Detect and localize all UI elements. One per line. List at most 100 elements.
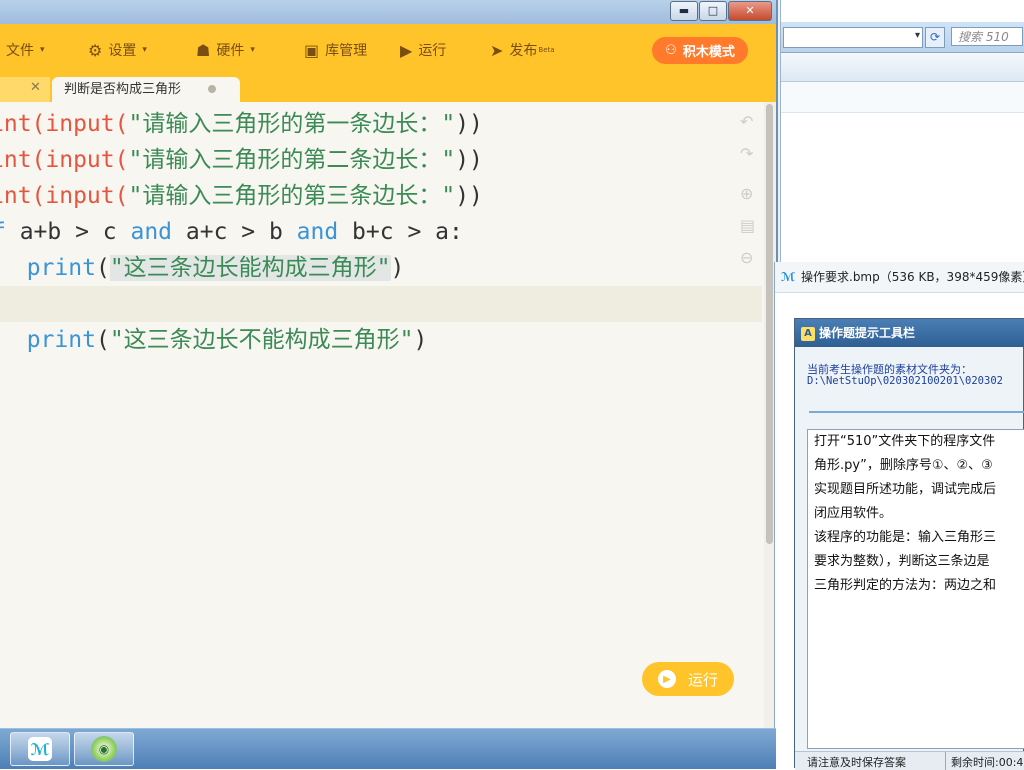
code-token: "这三条边长不能构成三角形" bbox=[109, 327, 414, 353]
app-logo-icon: ℳ bbox=[28, 737, 52, 761]
code-token: int( bbox=[0, 147, 46, 173]
block-mode-label: 积木模式 bbox=[682, 45, 735, 60]
code-token: a+c > b bbox=[172, 219, 297, 245]
redo-icon[interactable]: ↷ bbox=[740, 144, 753, 163]
play-icon: ▶ bbox=[658, 670, 676, 688]
maximize-button[interactable]: □ bbox=[699, 1, 727, 21]
hardware-icon: ☗ bbox=[196, 40, 211, 60]
instruction-line: 该程序的功能是：输入三角形三 bbox=[814, 530, 997, 545]
code-token: "请输入三角形的第一条边长：" bbox=[128, 111, 456, 137]
chevron-down-icon: ▾ bbox=[250, 45, 255, 55]
code-token: input( bbox=[45, 147, 129, 173]
tab-active[interactable]: 判断是否构成三角形 bbox=[52, 77, 240, 102]
code-token: )) bbox=[455, 147, 483, 173]
undo-icon[interactable]: ↶ bbox=[740, 112, 753, 131]
menu-library-label: 库管理 bbox=[325, 43, 368, 59]
zoom-in-icon[interactable]: ⊕ bbox=[740, 184, 753, 203]
menu-file[interactable]: 文件 ▾ bbox=[6, 40, 45, 60]
app-logo-icon: ℳ bbox=[781, 270, 796, 284]
menu-bar: 文件 ▾ ⚙ 设置 ▾ ☗ 硬件 ▾ ▣ 库管理 ▶ 运行 ➤ 发布 Beta … bbox=[0, 24, 776, 74]
reset-zoom-icon[interactable]: ▤ bbox=[740, 216, 755, 235]
library-icon: ▣ bbox=[304, 40, 320, 60]
taskbar-app-viewer[interactable]: ◉ bbox=[74, 732, 134, 766]
close-button[interactable]: ✕ bbox=[728, 1, 772, 21]
hint-toolbar-title-text: 操作题提示工具栏 bbox=[819, 326, 916, 340]
code-token: "请输入三角形的第二条边长：" bbox=[128, 147, 456, 173]
explorer-window: ▾ ⟳ 搜索 510 bbox=[780, 0, 1024, 262]
code-token: ( bbox=[95, 255, 110, 281]
menu-hardware[interactable]: ☗ 硬件 ▾ bbox=[196, 40, 255, 60]
current-line-highlight bbox=[0, 286, 762, 322]
refresh-icon[interactable]: ⟳ bbox=[925, 27, 945, 48]
hint-toolbar-window: A 操作题提示工具栏 当前考生操作题的素材文件夹为： D:\NetStuOp\02… bbox=[794, 318, 1024, 770]
code-token: input( bbox=[45, 183, 129, 209]
status-bar: 请注意及时保存答案 剩余时间:00:4 bbox=[795, 751, 1024, 770]
close-icon[interactable]: ✕ bbox=[30, 80, 41, 95]
chevron-down-icon: ▾ bbox=[40, 45, 45, 55]
code-line[interactable]: int(input("请输入三角形的第二条边长：")) bbox=[0, 142, 483, 178]
menu-publish-label: 发布 bbox=[509, 43, 538, 59]
tab-bar: ✕ 判断是否构成三角形 bbox=[0, 74, 776, 102]
instruction-line: 打开“510”文件夹下的程序文件 bbox=[814, 434, 996, 449]
minimize-button[interactable]: ▬ bbox=[670, 1, 698, 21]
blocks-icon: ⚇ bbox=[665, 43, 677, 58]
chevron-down-icon: ▾ bbox=[142, 45, 147, 55]
viewer-title-text: 操作要求.bmp（536 KB，398*459像素） bbox=[801, 270, 1024, 284]
menu-file-label: 文件 bbox=[6, 43, 34, 59]
instruction-text: 打开“510”文件夹下的程序文件 角形.py”，删除序号①、②、③ 实现题目所述功能… bbox=[807, 429, 1024, 749]
code-token: ) bbox=[413, 327, 428, 353]
editor-window: ▬ □ ✕ 文件 ▾ ⚙ 设置 ▾ ☗ 硬件 ▾ ▣ 库管理 ▶ 运行 ➤ 发布… bbox=[0, 0, 778, 728]
explorer-column-header bbox=[781, 82, 1024, 113]
code-token: "请输入三角形的第三条边长：" bbox=[128, 183, 456, 209]
address-input[interactable]: ▾ bbox=[783, 27, 923, 48]
instruction-line: 实现题目所述功能，调试完成后 bbox=[814, 482, 997, 497]
unsaved-dot-icon[interactable] bbox=[208, 85, 216, 93]
app-icon: A bbox=[801, 326, 815, 341]
menu-settings-label: 设置 bbox=[108, 43, 137, 59]
status-divider bbox=[945, 752, 946, 770]
window-controls: ▬ □ ✕ bbox=[669, 1, 772, 21]
code-line[interactable]: int(input("请输入三角形的第三条边长：")) bbox=[0, 178, 483, 214]
code-line[interactable]: int(input("请输入三角形的第一条边长：")) bbox=[0, 106, 483, 142]
menu-library[interactable]: ▣ 库管理 bbox=[304, 40, 367, 60]
code-token: int( bbox=[0, 111, 46, 137]
instruction-line: 三角形判定的方法为：两边之和 bbox=[814, 578, 997, 593]
code-token: )) bbox=[455, 183, 483, 209]
code-token: "这三条边长能构成三角形" bbox=[109, 255, 391, 281]
instruction-line: 要求为整数），判断这三条边是 bbox=[814, 554, 990, 569]
menu-run-label: 运行 bbox=[418, 43, 447, 59]
taskbar-app-mind[interactable]: ℳ bbox=[10, 732, 70, 766]
code-token: print bbox=[26, 255, 96, 281]
gear-icon: ⚙ bbox=[88, 40, 103, 60]
explorer-address-bar: ▾ ⟳ 搜索 510 bbox=[781, 22, 1024, 53]
code-line[interactable]: f a+b > c and a+c > b and b+c > a: bbox=[0, 214, 463, 250]
material-folder-path: D:\NetStuOp\020302100201\020302 bbox=[807, 375, 1003, 387]
menu-publish[interactable]: ➤ 发布 Beta bbox=[490, 40, 555, 60]
taskbar: ℳ ◉ bbox=[0, 728, 776, 769]
run-button[interactable]: ▶ 运行 bbox=[642, 662, 734, 696]
search-input[interactable]: 搜索 510 bbox=[951, 27, 1023, 46]
scrollbar-thumb[interactable] bbox=[766, 104, 773, 544]
explorer-command-bar bbox=[781, 53, 1024, 82]
code-token: print bbox=[26, 327, 96, 353]
code-token: input( bbox=[45, 111, 129, 137]
block-mode-button[interactable]: ⚇ 积木模式 bbox=[652, 37, 748, 64]
code-line[interactable]: print("这三条边长不能构成三角形") bbox=[0, 322, 428, 358]
menu-hardware-label: 硬件 bbox=[216, 43, 245, 59]
code-line[interactable]: print("这三条边长能构成三角形") bbox=[0, 250, 404, 286]
code-token: ) bbox=[390, 255, 405, 281]
publish-icon: ➤ bbox=[490, 40, 504, 60]
run-button-label: 运行 bbox=[688, 670, 719, 689]
code-editor[interactable]: int(input("请输入三角形的第一条边长："))int(input("请输… bbox=[0, 102, 762, 728]
viewer-title: ℳ 操作要求.bmp（536 KB，398*459像素） bbox=[775, 262, 1024, 293]
zoom-out-icon[interactable]: ⊖ bbox=[740, 248, 753, 267]
chevron-down-icon[interactable]: ▾ bbox=[915, 30, 920, 41]
instruction-line: 闭应用软件。 bbox=[814, 506, 893, 521]
menu-settings[interactable]: ⚙ 设置 ▾ bbox=[88, 40, 147, 60]
menu-run[interactable]: ▶ 运行 bbox=[400, 40, 446, 60]
tab-active-label: 判断是否构成三角形 bbox=[64, 82, 182, 97]
code-token: int( bbox=[0, 183, 46, 209]
tab-previous[interactable]: ✕ bbox=[0, 77, 50, 102]
hint-toolbar-title: A 操作题提示工具栏 bbox=[795, 319, 1024, 347]
